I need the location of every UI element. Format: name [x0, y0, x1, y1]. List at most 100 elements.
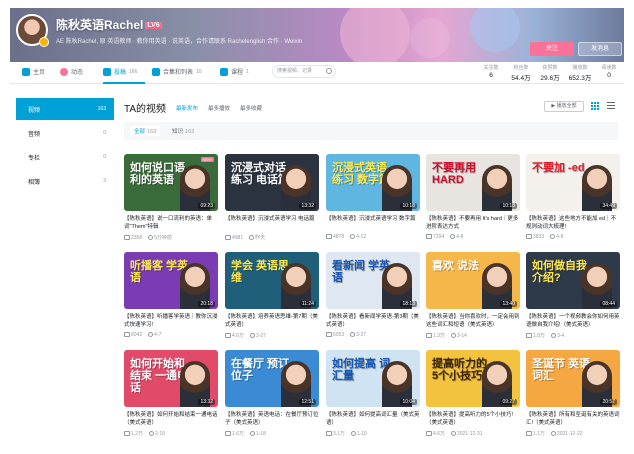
video-thumbnail[interactable]: 不要加 -ed 34:49 [526, 154, 620, 211]
video-meta: 1.3万 3-14 [426, 332, 520, 339]
sort-most-played[interactable]: 最多播放 [208, 104, 230, 112]
video-card[interactable]: 沉浸式英语练习 数字篇 10:18 【陈秋英语】沉浸式英语学习 数字篇 4878 4-1… [326, 154, 420, 240]
tab-home[interactable]: 主页 [22, 67, 45, 76]
stat-following[interactable]: 关注数 6 [478, 64, 504, 79]
video-title[interactable]: 【陈秋英语】提高听力的5个小技巧!（美式英语） [426, 411, 520, 427]
video-thumbnail[interactable]: 听播客 学英语 20:18 [124, 252, 218, 309]
video-thumbnail[interactable]: 如何提高 词汇量 10:04 [326, 350, 420, 407]
space-search-input[interactable]: 搜索视频、记录 [272, 65, 336, 78]
video-title[interactable]: 【陈秋英语】说一口流利的英语：单词"Them"特辑 [124, 215, 218, 231]
video-card[interactable]: 不要加 -ed 34:49 【陈秋英语】这些地方不能加 ed｜不规则动词大梳理! 38… [526, 154, 620, 240]
video-card[interactable]: 不要再用 HARD 10:18 【陈秋英语】不要再用 It's hard｜更多进阶表… [426, 154, 520, 240]
tab-dynamic[interactable]: 动态 [60, 67, 83, 76]
play-count: 6053 [326, 332, 344, 338]
video-card[interactable]: 看新闻 学英语 18:13 【陈秋英语】看新闻学英语-第3期（美式英语） 6053 3-… [326, 252, 420, 338]
play-icon [426, 431, 432, 437]
play-count: 1.3万 [426, 332, 445, 339]
video-thumbnail[interactable]: 如何做自我介绍? 08:44 [526, 252, 620, 309]
list-view-icon[interactable] [607, 102, 615, 110]
video-thumbnail[interactable]: 提高听力的 5个小技巧 09:27 [426, 350, 520, 407]
video-title[interactable]: 【陈秋英语】这些地方不能加 ed｜不规则动词大梳理! [526, 215, 620, 231]
avatar[interactable] [16, 14, 49, 47]
grid-view-icon[interactable] [591, 102, 599, 110]
banner-decoration [470, 8, 520, 52]
sort-most-favorited[interactable]: 最多收藏 [240, 104, 262, 112]
video-thumbnail[interactable]: 学会 英语思维 11:24 [225, 252, 319, 309]
video-thumbnail[interactable]: 看新闻 学英语 18:13 [326, 252, 420, 309]
sidebar-item-article[interactable]: 专栏 0 [16, 146, 114, 168]
play-count: 2358 [124, 235, 142, 241]
video-thumbnail[interactable]: 圣诞节 英语词汇 20:57 [526, 350, 620, 407]
tab-collections[interactable]: 合集和列表 10 [152, 67, 202, 76]
video-meta: 1.2万 2-18 [124, 430, 218, 437]
sort-latest[interactable]: 最新发布 [176, 104, 198, 112]
stat-fans[interactable]: 粉丝数 54.4万 [508, 64, 534, 82]
play-all-button[interactable]: ▶ 播放全部 [544, 101, 584, 112]
video-title[interactable]: 【陈秋英语】听播客学英语｜教你沉浸式快速学习! [124, 313, 218, 329]
video-meta: 4.6万 2021-12-31 [426, 430, 520, 437]
video-duration: 13:40 [500, 301, 517, 307]
video-title[interactable]: 【陈秋英语】看新闻学英语-第3期（美式英语） [326, 313, 420, 329]
video-card[interactable]: 如何开始和结束 一通电话 13:32 【陈秋英语】如何开始和结束一通电话（美式英语）… [124, 350, 218, 437]
video-card[interactable]: 如何说口语利的英语 NEW 09:23 【陈秋英语】说一口流利的英语：单词"Them"… [124, 154, 218, 241]
stat-reads: 阅读数 0 [601, 65, 617, 79]
follow-button[interactable]: 关注 [530, 42, 574, 56]
tab-courses[interactable]: 课程 1 [220, 67, 249, 76]
verified-badge-icon [39, 37, 49, 47]
video-title[interactable]: 【陈秋英语】培养英语思维-第7期（美式英语） [225, 313, 319, 329]
video-card[interactable]: 喜欢 说法 13:40 【陈秋英语】当你喜欢时，一定会用到这些词汇和短语（美式英语）… [426, 252, 520, 339]
clock-icon [450, 430, 456, 436]
video-thumbnail[interactable]: 在餐厅 预订位子 12:51 [225, 350, 319, 407]
video-title[interactable]: 【陈秋英语】所有和圣诞有关的英语词汇!（美式英语） [526, 411, 620, 427]
video-title[interactable]: 【陈秋英语】英语电话：在餐厅预订位子（美式英语） [225, 411, 319, 427]
video-title[interactable]: 【陈秋英语】当你喜欢时，一定会用到这些词汇和短语（美式英语） [426, 313, 520, 329]
play-count: 3.1万 [326, 430, 345, 437]
search-icon[interactable] [326, 68, 332, 74]
video-thumbnail[interactable]: 沉浸式英语练习 数字篇 10:18 [326, 154, 420, 211]
filter-knowledge[interactable]: 知识 163 [168, 126, 198, 136]
video-thumbnail[interactable]: 如何开始和结束 一通电话 13:32 [124, 350, 218, 407]
sidebar-item-audio[interactable]: 音频 0 [16, 122, 114, 144]
video-thumbnail[interactable]: 喜欢 说法 13:40 [426, 252, 520, 309]
video-thumbnail[interactable]: 如何说口语利的英语 NEW 09:23 [124, 154, 218, 211]
publish-date: 2-18 [148, 430, 165, 437]
clock-icon [450, 332, 456, 338]
play-icon [225, 431, 231, 437]
user-signature: AE 陈秋Rachel, 原 英语教师 · 教你用英语 · 说英语，合作请联系 … [56, 39, 303, 45]
sidebar-item-video[interactable]: 视频 163 [16, 98, 114, 120]
video-card[interactable]: 如何做自我介绍? 08:44 【陈秋英语】一个视频教会你如何用英语做自我介绍!（美式… [526, 252, 620, 339]
category-filter-bar: 全部 163 知识 163 [124, 122, 618, 140]
stat-plays: 播放数 652.3万 [568, 65, 592, 82]
video-card[interactable]: 如何提高 词汇量 10:04 【陈秋英语】如何提高词汇量（美式英语） 3.1万 1-10 [326, 350, 420, 437]
video-duration: 13:32 [198, 399, 215, 405]
video-thumbnail[interactable]: 沉浸式对话练习 电话篇 13:32 [225, 154, 319, 211]
video-card[interactable]: 在餐厅 预订位子 12:51 【陈秋英语】英语电话：在餐厅预订位子（美式英语） 1.6… [225, 350, 319, 437]
video-meta: 3833 4-8 [526, 234, 620, 240]
video-thumbnail[interactable]: 不要再用 HARD 10:18 [426, 154, 520, 211]
message-button[interactable]: 发消息 [578, 42, 622, 56]
play-icon [124, 431, 130, 437]
video-meta: 4981 昨天 [225, 234, 319, 241]
video-card[interactable]: 提高听力的 5个小技巧 09:27 【陈秋英语】提高听力的5个小技巧!（美式英语） 4… [426, 350, 520, 437]
video-title[interactable]: 【陈秋英语】一个视频教会你如何用英语做自我介绍!（美式英语） [526, 313, 620, 329]
video-title[interactable]: 【陈秋英语】如何提高词汇量（美式英语） [326, 411, 420, 427]
banner-decoration [340, 8, 410, 62]
video-title[interactable]: 【陈秋英语】如何开始和结束一通电话（美式英语） [124, 411, 218, 427]
video-icon [103, 67, 111, 76]
video-duration: 20:18 [198, 301, 215, 307]
play-icon [326, 431, 332, 437]
filter-all[interactable]: 全部 163 [130, 126, 161, 136]
tab-videos[interactable]: 投稿 166 [103, 67, 137, 76]
clock-icon [148, 235, 154, 241]
video-card[interactable]: 听播客 学英语 20:18 【陈秋英语】听播客学英语｜教你沉浸式快速学习! 8042 4… [124, 252, 218, 338]
video-card[interactable]: 圣诞节 英语词汇 20:57 【陈秋英语】所有和圣诞有关的英语词汇!（美式英语） 1.… [526, 350, 620, 437]
video-title[interactable]: 【陈秋英语】沉浸式英语学习 电话篇 [225, 215, 319, 231]
video-card[interactable]: 学会 英语思维 11:24 【陈秋英语】培养英语思维-第7期（美式英语） 4.6万 3-… [225, 252, 319, 339]
sidebar-item-album[interactable]: 相簿 3 [16, 170, 114, 192]
video-card[interactable]: 沉浸式对话练习 电话篇 13:32 【陈秋英语】沉浸式英语学习 电话篇 4981 昨天 [225, 154, 319, 241]
clock-icon [350, 234, 356, 240]
video-duration: 12:51 [299, 399, 316, 405]
clock-icon [148, 430, 154, 436]
video-title[interactable]: 【陈秋英语】不要再用 It's hard｜更多进阶表达方式 [426, 215, 520, 231]
video-title[interactable]: 【陈秋英语】沉浸式英语学习 数字篇 [326, 215, 420, 231]
